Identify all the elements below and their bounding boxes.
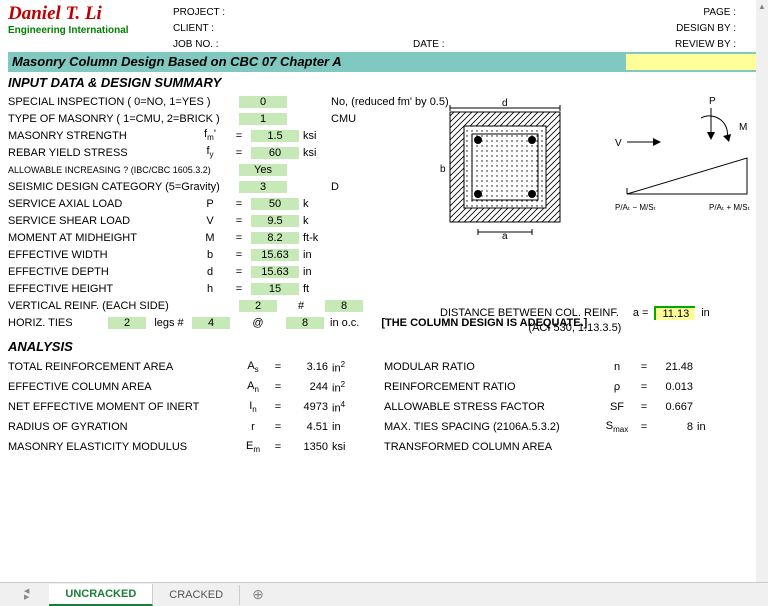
client-label: CLIENT :	[173, 23, 253, 34]
input-label: EFFECTIVE HEIGHT	[8, 283, 193, 295]
dist-value: 11.13	[654, 306, 695, 320]
input-note: D	[327, 181, 339, 193]
input-value[interactable]: 3	[239, 181, 287, 193]
analysis-label: NET EFFECTIVE MOMENT OF INERT	[8, 401, 238, 413]
input-unit: ksi	[299, 147, 339, 159]
svg-text:V: V	[615, 138, 622, 149]
svg-text:b: b	[440, 164, 446, 175]
add-sheet-button[interactable]: ⊕	[240, 586, 276, 603]
input-unit: ft	[299, 283, 339, 295]
analysis-label: TOTAL REINFORCEMENT AREA	[8, 361, 238, 373]
input-value[interactable]: 1	[239, 113, 287, 125]
input-value[interactable]: 15	[251, 283, 299, 295]
horiz-ties-label: HORIZ. TIES	[8, 317, 108, 329]
reviewby-label: REVIEW BY :	[675, 39, 736, 50]
dist-ref: (ACI 530, 1.13.3.5)	[440, 322, 710, 334]
svg-text:P: P	[709, 96, 716, 107]
analysis-label: RADIUS OF GYRATION	[8, 421, 238, 433]
vertical-scrollbar[interactable]	[756, 0, 768, 582]
input-symbol: fm'	[193, 128, 227, 142]
analysis-label: REINFORCEMENT RATIO	[384, 381, 599, 393]
input-symbol: V	[193, 215, 227, 227]
input-symbol: b	[193, 249, 227, 261]
input-heading: INPUT DATA & DESIGN SUMMARY	[8, 75, 760, 90]
title-bar: Masonry Column Design Based on CBC 07 Ch…	[8, 52, 760, 72]
svg-text:P/Aₜ + M/Sₜ: P/Aₜ + M/Sₜ	[709, 203, 750, 212]
analysis-label: ALLOWABLE STRESS FACTOR	[384, 401, 599, 413]
sheet-tabs-bar: ◀▶ UNCRACKED CRACKED ⊕	[0, 582, 768, 606]
input-symbol: h	[193, 283, 227, 295]
input-value[interactable]: 15.63	[251, 266, 299, 278]
jobno-label: JOB NO. :	[173, 39, 253, 50]
input-value[interactable]: Yes	[239, 164, 287, 176]
input-label: MOMENT AT MIDHEIGHT	[8, 232, 193, 244]
input-symbol: fy	[193, 145, 227, 159]
input-value[interactable]: 50	[251, 198, 299, 210]
horiz-legs[interactable]: 2	[108, 317, 146, 329]
analysis-value: 4.51	[288, 421, 332, 433]
analysis-value: 21.48	[653, 361, 697, 373]
input-label: ALLOWABLE INCREASING ? (IBC/CBC 1605.3.2…	[8, 165, 239, 175]
input-value[interactable]: 1.5	[251, 130, 299, 142]
input-label: SERVICE SHEAR LOAD	[8, 215, 193, 227]
input-unit: ft-k	[299, 232, 339, 244]
input-unit: ksi	[299, 130, 339, 142]
input-value[interactable]: 60	[251, 147, 299, 159]
input-label: EFFECTIVE WIDTH	[8, 249, 193, 261]
analysis-value: 1350	[288, 441, 332, 453]
svg-text:M: M	[739, 122, 747, 133]
input-label: SERVICE AXIAL LOAD	[8, 198, 193, 210]
input-label: REBAR YIELD STRESS	[8, 147, 193, 159]
input-value[interactable]: 15.63	[251, 249, 299, 261]
tab-uncracked[interactable]: UNCRACKED	[49, 584, 153, 606]
horiz-size[interactable]: 4	[192, 317, 230, 329]
input-label: SPECIAL INSPECTION ( 0=NO, 1=YES )	[8, 96, 239, 108]
designby-label: DESIGN BY :	[676, 23, 736, 34]
vert-reinf-label: VERTICAL REINF. (EACH SIDE)	[8, 300, 239, 312]
svg-text:d: d	[502, 98, 508, 109]
input-symbol: M	[193, 232, 227, 244]
analysis-value: 3.16	[288, 361, 332, 373]
date-label: DATE :	[413, 4, 444, 52]
analysis-value: 244	[288, 381, 332, 393]
input-unit: k	[299, 215, 339, 227]
analysis-heading: ANALYSIS	[8, 339, 760, 354]
input-label: EFFECTIVE DEPTH	[8, 266, 193, 278]
column-diagram: d b a P M V P/Aₜ − M/Sₜ P/Aₜ + M/Sₜ	[430, 94, 750, 234]
input-value[interactable]: 0	[239, 96, 287, 108]
analysis-label: MASONRY ELASTICITY MODULUS	[8, 441, 238, 453]
analysis-value: 4973	[288, 401, 332, 413]
analysis-label: TRANSFORMED COLUMN AREA	[384, 441, 599, 453]
dist-label: DISTANCE BETWEEN COL. REINF.	[440, 307, 619, 319]
input-note: CMU	[327, 113, 356, 125]
tab-cracked[interactable]: CRACKED	[153, 585, 240, 605]
analysis-value: 8	[653, 421, 697, 433]
input-symbol: d	[193, 266, 227, 278]
svg-text:P/Aₜ − M/Sₜ: P/Aₜ − M/Sₜ	[615, 203, 656, 212]
analysis-value: 0.667	[653, 401, 697, 413]
input-unit: in	[299, 249, 339, 261]
vert-reinf-size[interactable]: 8	[325, 300, 363, 312]
tab-nav-arrows[interactable]: ◀▶	[24, 589, 29, 601]
input-value[interactable]: 8.2	[251, 232, 299, 244]
vert-reinf-bars[interactable]: 2	[239, 300, 277, 312]
horiz-spacing[interactable]: 8	[286, 317, 324, 329]
input-symbol: P	[193, 198, 227, 210]
input-unit: k	[299, 198, 339, 210]
analysis-label: MODULAR RATIO	[384, 361, 599, 373]
logo-subtitle: Engineering International	[8, 25, 173, 36]
analysis-label: MAX. TIES SPACING (2106A.5.3.2)	[384, 421, 599, 433]
input-label: SEISMIC DESIGN CATEGORY (5=Gravity)	[8, 181, 239, 193]
input-value[interactable]: 9.5	[251, 215, 299, 227]
page-label: PAGE :	[703, 7, 736, 18]
input-label: MASONRY STRENGTH	[8, 130, 193, 142]
svg-text:a: a	[502, 231, 508, 242]
analysis-label: EFFECTIVE COLUMN AREA	[8, 381, 238, 393]
project-label: PROJECT :	[173, 7, 253, 18]
analysis-value: 0.013	[653, 381, 697, 393]
input-unit: in	[299, 266, 339, 278]
logo-name: Daniel T. Li	[8, 4, 173, 23]
input-label: TYPE OF MASONRY ( 1=CMU, 2=BRICK )	[8, 113, 239, 125]
